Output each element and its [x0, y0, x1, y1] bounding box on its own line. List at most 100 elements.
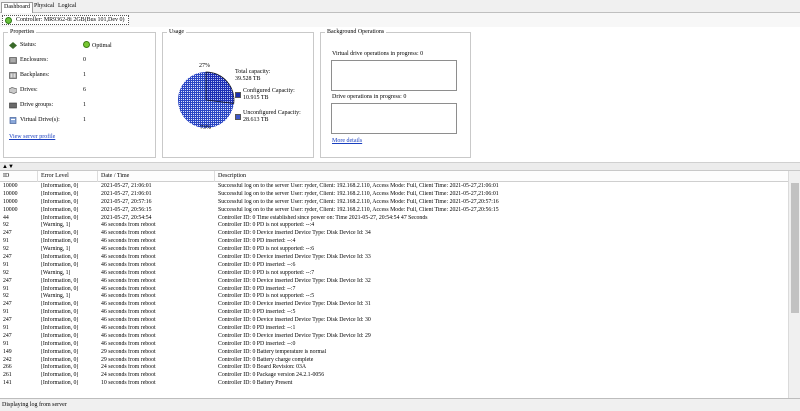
cell-error-level: [Information, 0] [41, 372, 79, 379]
cell-description: Controller ID: 0 PD inserted: --:5 [218, 309, 296, 316]
column-header-error-level[interactable]: Error Level [38, 171, 98, 182]
log-vertical-scrollbar[interactable] [788, 171, 800, 398]
cell-date-time: 10 seconds from reboot [101, 380, 156, 387]
cell-description: Successful log on to the server User: ry… [218, 183, 499, 189]
view-server-profile-link[interactable]: View server profile [9, 134, 55, 140]
configured-slice [206, 72, 234, 104]
cell-error-level: [Information, 0] [41, 309, 79, 316]
table-row[interactable]: 10000 [Information, 0] 2021-05-27, 21:06:0… [0, 183, 788, 191]
tab-logical[interactable]: Logical [56, 2, 78, 13]
cell-error-level: [Information, 0] [41, 214, 79, 221]
table-row[interactable]: 10000 [Information, 0] 2021-05-27, 20:57:1… [0, 199, 788, 207]
table-row[interactable]: 91 [Information, 0] 46 seconds from reboot… [0, 325, 788, 333]
cell-id: 92 [3, 246, 9, 253]
cell-id: 247 [3, 254, 12, 261]
drive-ops-box [331, 103, 457, 134]
column-header-id[interactable]: ID [0, 171, 38, 182]
table-row[interactable]: 247 [Information, 0] 46 seconds from reboo… [0, 278, 788, 286]
table-row[interactable]: 91 [Information, 0] 46 seconds from reboot… [0, 286, 788, 294]
cell-description: Controller ID: 0 Time established since … [218, 214, 428, 221]
table-row[interactable]: 92 [Warning, 1] 46 seconds from reboot Cont… [0, 246, 788, 254]
log-rows: 10000 [Information, 0] 2021-05-27, 21:06:0… [0, 183, 788, 388]
table-row[interactable]: 261 [Information, 0] 24 seconds from reboo… [0, 372, 788, 380]
table-row[interactable]: 10000 [Information, 0] 2021-05-27, 20:56:1… [0, 207, 788, 215]
scrollbar-thumb[interactable] [791, 183, 799, 313]
table-row[interactable]: 92 [Warning, 1] 46 seconds from reboot Cont… [0, 293, 788, 301]
cell-date-time: 46 seconds from reboot [101, 261, 156, 268]
table-row[interactable]: 91 [Information, 0] 46 seconds from reboot… [0, 262, 788, 270]
table-row[interactable]: 92 [Warning, 1] 46 seconds from reboot Cont… [0, 222, 788, 230]
cell-error-level: [Information, 0] [41, 198, 79, 205]
drive-group-icon [9, 102, 17, 109]
tab-dashboard[interactable]: Dashboard [1, 2, 33, 13]
drive-icon [9, 87, 17, 94]
table-row[interactable]: 247 [Information, 0] 46 seconds from reboo… [0, 254, 788, 262]
cell-description: Controller ID: 0 Battery Present [218, 380, 293, 387]
cell-description: Controller ID: 0 PD inserted: --:7 [218, 285, 296, 292]
table-row[interactable]: 141 [Information, 0] 10 seconds from reboo… [0, 380, 788, 388]
table-row[interactable]: 266 [Information, 0] 24 seconds from reboo… [0, 364, 788, 372]
table-row[interactable]: 91 [Information, 0] 46 seconds from reboot… [0, 238, 788, 246]
cell-id: 10000 [3, 206, 18, 213]
more-details-link[interactable]: More details [332, 138, 362, 145]
column-header-description[interactable]: Description [215, 171, 788, 182]
cell-description: Controller ID: 0 Battery charge complete [218, 356, 314, 363]
cell-description: Controller ID: 0 Board Revision: 03A [218, 364, 307, 371]
configured-capacity-label: Configured Capacity: [243, 88, 295, 94]
cell-id: 91 [3, 285, 9, 292]
cell-description: Controller ID: 0 Battery temperature is … [218, 348, 327, 355]
cell-id: 44 [3, 214, 9, 221]
table-row[interactable]: 10000 [Information, 0] 2021-05-27, 21:06:0… [0, 191, 788, 199]
cell-error-level: [Information, 0] [41, 356, 79, 363]
cell-id: 92 [3, 293, 9, 300]
cell-error-level: [Information, 0] [41, 332, 79, 339]
cell-id: 247 [3, 332, 12, 339]
cell-id: 91 [3, 340, 9, 347]
table-row[interactable]: 247 [Information, 0] 46 seconds from reboo… [0, 230, 788, 238]
table-row[interactable]: 242 [Information, 0] 29 seconds from reboo… [0, 357, 788, 365]
cell-date-time: 46 seconds from reboot [101, 293, 156, 300]
table-row[interactable]: 149 [Information, 0] 29 seconds from reboo… [0, 349, 788, 357]
controller-bar: Controller: MR9362-8i 2GB(Bus 101,Dev 0) [0, 13, 800, 27]
tab-physical[interactable]: Physical [32, 2, 56, 13]
table-row[interactable]: 92 [Warning, 1] 46 seconds from reboot Cont… [0, 270, 788, 278]
collapse-arrows-icon[interactable]: ▲▼ [2, 164, 14, 170]
cell-id: 266 [3, 364, 12, 371]
cell-error-level: [Warning, 1] [41, 246, 71, 253]
background-operations-title: Background Operations [325, 29, 387, 36]
cell-description: Controller ID: 0 Device inserted Device … [218, 230, 371, 237]
cell-id: 141 [3, 380, 12, 387]
controller-node[interactable]: Controller: MR9362-8i 2GB(Bus 101,Dev 0) [2, 15, 129, 25]
property-backplanes: Backplanes: [9, 71, 89, 80]
total-capacity-label: Total capacity: [235, 69, 271, 75]
virtual-drive-icon [9, 117, 17, 124]
cell-date-time: 24 seconds from reboot [101, 372, 156, 379]
table-row[interactable]: 247 [Information, 0] 46 seconds from reboo… [0, 317, 788, 325]
usage-pie-chart [178, 71, 235, 128]
table-row[interactable]: 91 [Information, 0] 46 seconds from reboot… [0, 309, 788, 317]
column-header-date-time[interactable]: Date / Time [98, 171, 215, 182]
property-drives: Drives: [9, 86, 89, 95]
cell-date-time: 46 seconds from reboot [101, 332, 156, 339]
cell-description: Controller ID: 0 PD inserted: --:6 [218, 261, 296, 268]
pane-splitter[interactable]: ▲▼ [0, 162, 800, 171]
property-label: Backplanes: [20, 72, 50, 78]
cell-id: 247 [3, 301, 12, 308]
cell-description: Controller ID: 0 Package version 24.2.1-… [218, 372, 325, 379]
status-bar: Displaying log from server [0, 398, 800, 411]
cell-error-level: [Warning, 1] [41, 293, 71, 300]
table-row[interactable]: 44 [Information, 0] 2021-05-27, 20:54:54 Co… [0, 215, 788, 223]
property-virtual-drives: Virtual Drive(s): [9, 116, 89, 125]
cell-error-level: [Information, 0] [41, 380, 79, 387]
unconfigured-capacity-label: Unconfigured Capacity: [243, 110, 301, 116]
cell-description: Successful log on to the server User: ry… [218, 190, 499, 197]
cell-id: 91 [3, 325, 9, 332]
property-drive-groups: Drive groups: [9, 101, 89, 110]
controller-label: Controller: MR9362-8i 2GB(Bus 101,Dev 0) [16, 17, 125, 23]
cell-date-time: 46 seconds from reboot [101, 222, 156, 229]
table-row[interactable]: 247 [Information, 0] 46 seconds from reboo… [0, 333, 788, 341]
cell-id: 91 [3, 238, 9, 245]
cell-id: 91 [3, 309, 9, 316]
table-row[interactable]: 91 [Information, 0] 46 seconds from reboot… [0, 341, 788, 349]
table-row[interactable]: 247 [Information, 0] 46 seconds from reboo… [0, 301, 788, 309]
